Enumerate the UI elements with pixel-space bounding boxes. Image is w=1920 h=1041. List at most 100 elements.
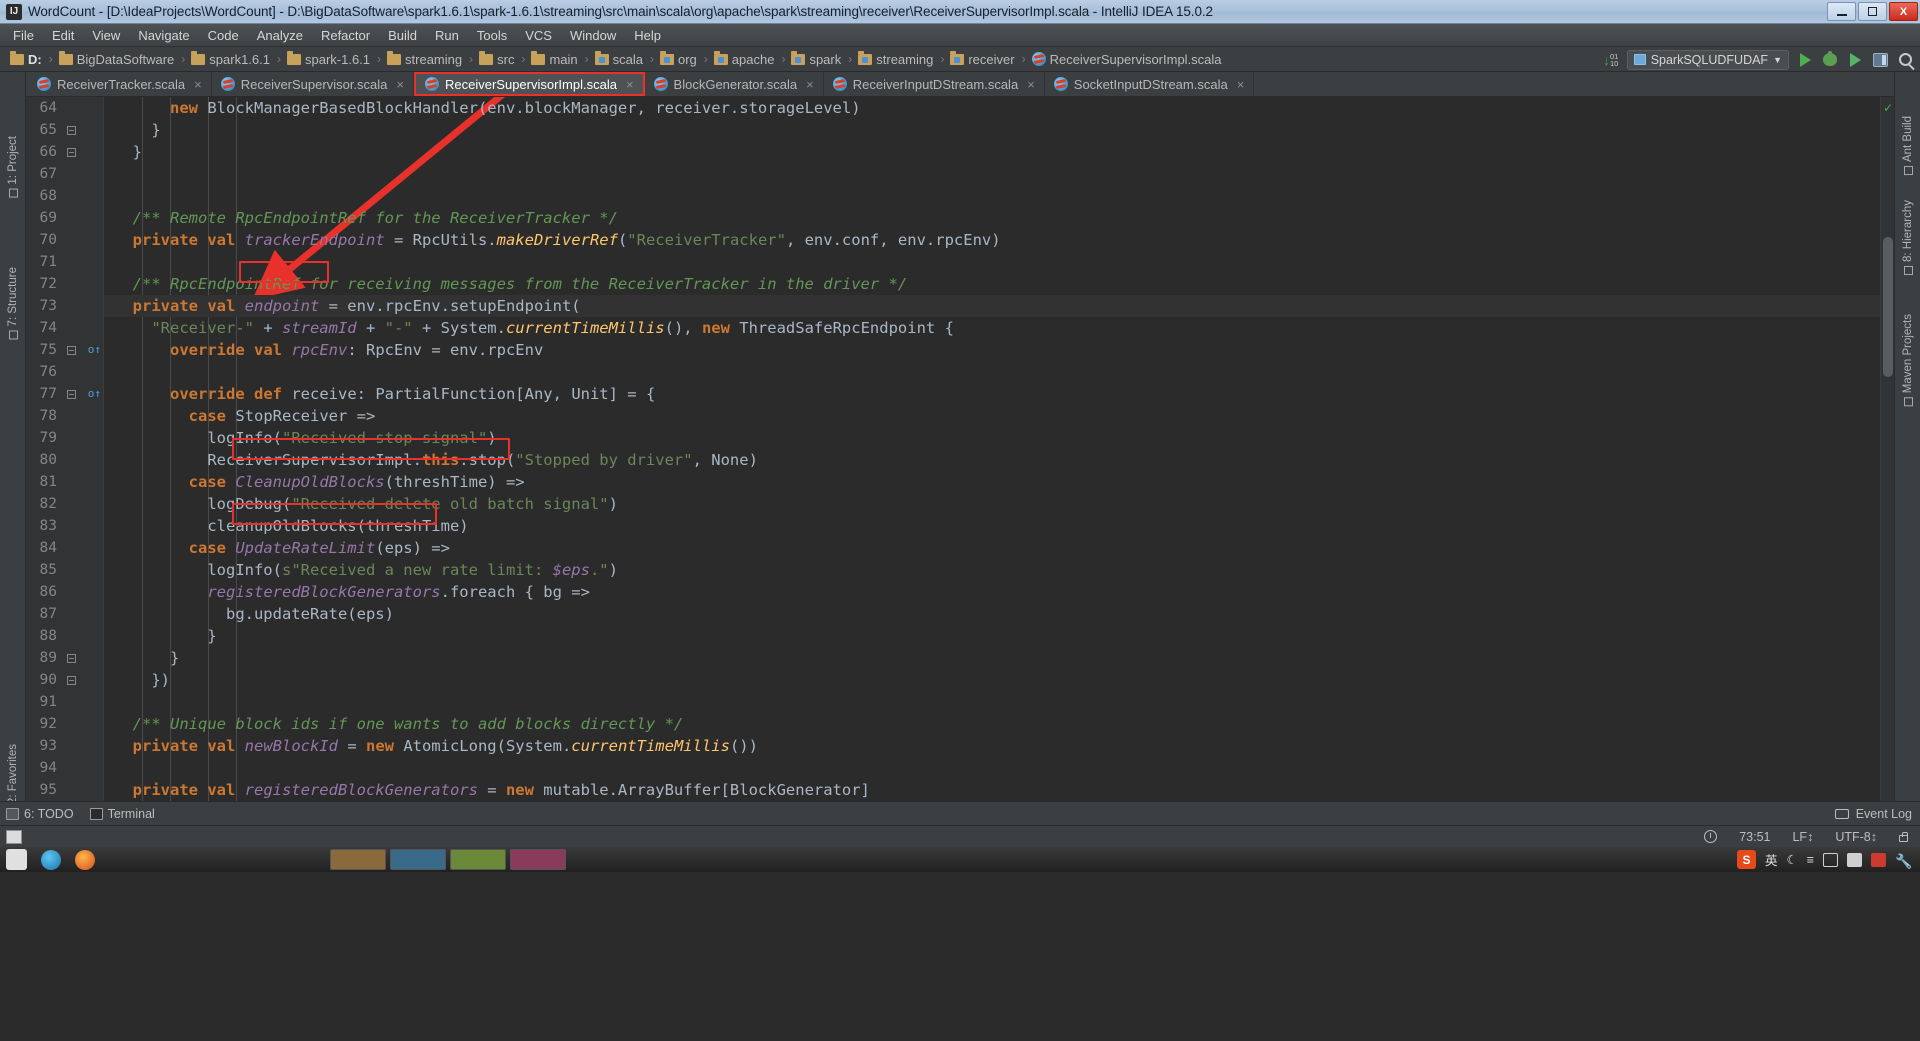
sidebar-item-hierarchy[interactable]: 8: Hierarchy <box>1902 200 1914 275</box>
code-line[interactable]: case UpdateRateLimit(eps) => <box>104 537 450 559</box>
breadcrumb-item-scala[interactable]: scala <box>593 50 645 67</box>
menu-item-analyze[interactable]: Analyze <box>248 26 312 45</box>
code-line[interactable]: "Receiver-" + streamId + "-" + System.cu… <box>104 317 954 339</box>
code-line[interactable]: logInfo(s"Received a new rate limit: $ep… <box>104 559 618 581</box>
tab-receiversupervisorscala[interactable]: ReceiverSupervisor.scala × <box>211 72 414 96</box>
close-icon[interactable]: × <box>806 77 814 92</box>
menu-item-run[interactable]: Run <box>426 26 468 45</box>
code-line[interactable]: logInfo("Received stop signal") <box>104 427 496 449</box>
event-log-label[interactable]: Event Log <box>1856 807 1912 821</box>
code-line[interactable]: case StopReceiver => <box>104 405 376 427</box>
code-line[interactable] <box>104 757 114 779</box>
trash-icon[interactable] <box>1871 852 1886 867</box>
file-encoding[interactable]: UTF-8↕ <box>1835 830 1877 844</box>
sidebar-item-maven-projects[interactable]: Maven Projects <box>1902 314 1914 407</box>
caret-position[interactable]: 73:51 <box>1739 830 1770 844</box>
tab-receiverinputdstreamscala[interactable]: ReceiverInputDStream.scala × <box>823 72 1045 96</box>
code-fold-toggle[interactable] <box>66 669 77 691</box>
taskbar-app-4[interactable] <box>510 849 566 870</box>
code-line[interactable]: /** Unique block ids if one wants to add… <box>104 713 684 735</box>
sidebar-item-project[interactable]: 1: Project <box>7 136 19 198</box>
menu-item-tools[interactable]: Tools <box>468 26 516 45</box>
code-line[interactable]: logDebug("Received delete old batch sign… <box>104 493 618 515</box>
menu-item-file[interactable]: File <box>4 26 43 45</box>
moon-icon[interactable]: ☾ <box>1786 852 1797 867</box>
code-line[interactable]: new BlockManagerBasedBlockHandler(env.bl… <box>104 97 861 119</box>
maximize-button[interactable] <box>1858 2 1887 21</box>
code-line[interactable] <box>104 163 114 185</box>
menu-item-window[interactable]: Window <box>561 26 625 45</box>
code-line[interactable]: override val rpcEnv: RpcEnv = env.rpcEnv <box>104 339 543 361</box>
taskbar-app-1[interactable] <box>330 849 386 870</box>
wrench-icon[interactable]: 🔧 <box>1895 853 1912 869</box>
override-marker-icon[interactable]: o↑ <box>88 339 101 361</box>
close-button[interactable]: X <box>1889 2 1918 21</box>
search-everywhere-icon[interactable] <box>1896 51 1914 69</box>
breadcrumb-item-spark161[interactable]: spark1.6.1 <box>189 50 272 67</box>
code-line[interactable]: private val trackerEndpoint = RpcUtils.m… <box>104 229 1001 251</box>
code-fold-toggle[interactable] <box>66 383 77 405</box>
taskbar-app-2[interactable] <box>390 849 446 870</box>
editor-marker-strip[interactable]: ✓ <box>1880 97 1894 801</box>
tab-blockgeneratorscala[interactable]: BlockGenerator.scala × <box>644 72 824 96</box>
debug-icon[interactable] <box>1821 51 1839 69</box>
keyboard-icon[interactable]: ≡ <box>1807 853 1814 867</box>
code-line[interactable]: override def receive: PartialFunction[An… <box>104 383 655 405</box>
editor-gutter[interactable]: 64 65 66 67 68 69 70 71 72 73 74 75 o↑ 76 77 o↑ 78 79 80 81… <box>26 97 104 801</box>
code-line[interactable]: } <box>104 625 216 647</box>
tool-window-todo[interactable]: 6: TODO <box>6 807 74 821</box>
override-marker-icon[interactable]: o↑ <box>88 383 101 405</box>
breadcrumb-item-main[interactable]: main <box>529 50 579 67</box>
close-icon[interactable]: × <box>396 77 404 92</box>
sidebar-item-ant-build[interactable]: Ant Build <box>1902 116 1914 176</box>
code-area[interactable]: new BlockManagerBasedBlockHandler(env.bl… <box>104 97 1880 801</box>
breadcrumb-item-d[interactable]: D: <box>8 50 44 67</box>
code-line[interactable] <box>104 251 114 273</box>
code-line[interactable]: case CleanupOldBlocks(threshTime) => <box>104 471 525 493</box>
breadcrumb-item-receiver[interactable]: receiver <box>948 50 1016 67</box>
menu-item-refactor[interactable]: Refactor <box>312 26 379 45</box>
editor-scrollbar-thumb[interactable] <box>1883 237 1893 377</box>
firefox-icon[interactable] <box>75 849 95 870</box>
ime-label[interactable]: 英 <box>1765 850 1778 869</box>
menu-item-edit[interactable]: Edit <box>43 26 83 45</box>
tab-socketinputdstreamscala[interactable]: SocketInputDStream.scala × <box>1044 72 1255 96</box>
code-line[interactable]: private val registeredBlockGenerators = … <box>104 779 870 801</box>
breadcrumb-item-src[interactable]: src <box>477 50 516 67</box>
code-line[interactable]: bg.updateRate(eps) <box>104 603 394 625</box>
code-line[interactable]: cleanupOldBlocks(threshTime) <box>104 515 468 537</box>
code-line[interactable]: } <box>104 647 179 669</box>
breadcrumb-item-streaming[interactable]: streaming <box>856 50 935 67</box>
code-line[interactable]: } <box>104 119 160 141</box>
close-icon[interactable]: × <box>1237 77 1245 92</box>
run-configuration-selector[interactable]: SparkSQLUDFUDAF ▼ <box>1626 49 1789 70</box>
menu-item-build[interactable]: Build <box>379 26 426 45</box>
code-line[interactable] <box>104 185 114 207</box>
code-fold-toggle[interactable] <box>66 141 77 163</box>
breadcrumb-item-spark161[interactable]: spark-1.6.1 <box>285 50 372 67</box>
breadcrumb-item-spark[interactable]: spark <box>789 50 843 67</box>
layout-icon[interactable] <box>1871 51 1889 69</box>
tool-window-terminal[interactable]: Terminal <box>89 807 155 821</box>
sogou-icon[interactable]: S <box>1736 850 1756 869</box>
close-icon[interactable]: × <box>194 77 202 92</box>
code-line[interactable]: }) <box>104 669 170 691</box>
breadcrumb-item-apache[interactable]: apache <box>712 50 777 67</box>
close-icon[interactable]: × <box>1027 77 1035 92</box>
code-line[interactable]: ReceiverSupervisorImpl.this.stop("Stoppe… <box>104 449 758 471</box>
mail-icon[interactable] <box>1847 852 1862 867</box>
download-updates-icon[interactable]: ↓ 01 10 <box>1602 51 1620 69</box>
line-separator[interactable]: LF↕ <box>1792 830 1813 844</box>
panel-icon[interactable] <box>1823 852 1838 867</box>
minimize-button[interactable] <box>1827 2 1856 21</box>
breadcrumb-item-bigdatasoftware[interactable]: BigDataSoftware <box>57 50 177 67</box>
menu-item-view[interactable]: View <box>83 26 129 45</box>
taskbar-app-3[interactable] <box>450 849 506 870</box>
code-fold-toggle[interactable] <box>66 339 77 361</box>
code-fold-toggle[interactable] <box>66 119 77 141</box>
code-line[interactable]: registeredBlockGenerators.foreach { bg =… <box>104 581 590 603</box>
code-line[interactable]: private val endpoint = env.rpcEnv.setupE… <box>104 295 1880 317</box>
sidebar-item-structure[interactable]: 7: Structure <box>7 267 19 340</box>
menu-item-code[interactable]: Code <box>199 26 248 45</box>
tab-receivertrackerscala[interactable]: ReceiverTracker.scala × <box>28 72 212 96</box>
